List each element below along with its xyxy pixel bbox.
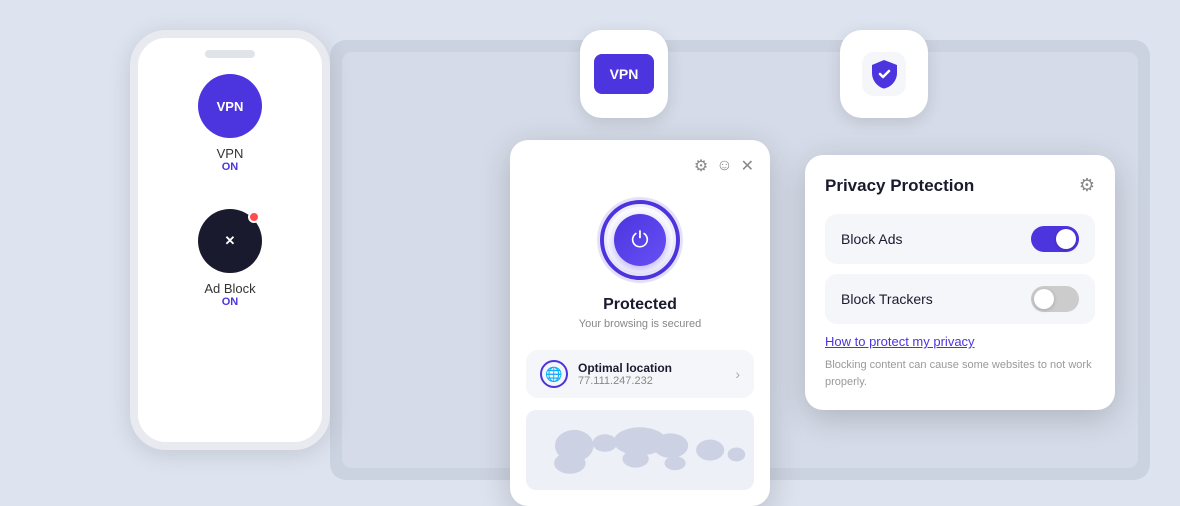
toggle-thumb-ads xyxy=(1056,229,1076,249)
vpn-location-name: Optimal location xyxy=(578,361,672,375)
privacy-header: Privacy Protection ⚙ xyxy=(825,175,1095,196)
phone-adblock-label: Ad Block xyxy=(204,281,255,296)
privacy-settings-icon[interactable]: ⚙ xyxy=(1079,175,1095,196)
adblock-badge xyxy=(248,211,260,223)
phone-notch xyxy=(205,50,255,58)
block-trackers-row[interactable]: Block Trackers xyxy=(825,274,1095,324)
vpn-power-button[interactable]: ⏻ xyxy=(614,214,666,266)
block-trackers-label: Block Trackers xyxy=(841,291,933,307)
vpn-location-ip: 77.111.247.232 xyxy=(578,375,672,387)
block-trackers-toggle[interactable] xyxy=(1031,286,1079,312)
block-ads-row[interactable]: Block Ads xyxy=(825,214,1095,264)
vpn-location-left: 🌐 Optimal location 77.111.247.232 xyxy=(540,360,672,388)
privacy-note: Blocking content can cause some websites… xyxy=(825,357,1095,390)
emoji-icon[interactable]: ☺ xyxy=(716,157,732,175)
phone-adblock-status: ON xyxy=(222,296,239,308)
phone-vpn-item[interactable]: VPN VPN ON xyxy=(198,74,262,173)
settings-icon[interactable]: ⚙ xyxy=(694,156,708,176)
phone-adblock-item[interactable]: ✕ Ad Block ON xyxy=(198,209,262,308)
vpn-power-area: ⏻ Protected Your browsing is secured xyxy=(526,184,754,350)
vpn-power-ring[interactable]: ⏻ xyxy=(600,200,680,280)
vpn-map xyxy=(526,410,754,490)
vpn-location-info: Optimal location 77.111.247.232 xyxy=(578,361,672,387)
vpn-status-sub: Your browsing is secured xyxy=(579,318,702,330)
shield-icon xyxy=(862,52,906,96)
vpn-badge: VPN xyxy=(594,54,654,94)
vpn-location-row[interactable]: 🌐 Optimal location 77.111.247.232 › xyxy=(526,350,754,398)
toggle-thumb-trackers xyxy=(1034,289,1054,309)
chevron-right-icon: › xyxy=(735,366,740,382)
phone-vpn-icon[interactable]: VPN xyxy=(198,74,262,138)
phone-vpn-status: ON xyxy=(222,161,239,173)
world-map-svg xyxy=(526,415,754,485)
vpn-panel: ⚙ ☺ ✕ ⏻ Protected Your browsing is secur… xyxy=(510,140,770,506)
shield-float-icon[interactable] xyxy=(840,30,928,118)
phone-vpn-label: VPN xyxy=(217,146,244,161)
phone-mockup: VPN VPN ON ✕ Ad Block ON xyxy=(130,30,330,450)
vpn-float-icon[interactable]: VPN xyxy=(580,30,668,118)
vpn-panel-header: ⚙ ☺ ✕ xyxy=(526,156,754,176)
power-icon: ⏻ xyxy=(631,229,648,251)
phone-adblock-icon[interactable]: ✕ xyxy=(198,209,262,273)
block-ads-toggle[interactable] xyxy=(1031,226,1079,252)
privacy-link[interactable]: How to protect my privacy xyxy=(825,334,1095,349)
close-icon[interactable]: ✕ xyxy=(741,156,754,176)
block-ads-label: Block Ads xyxy=(841,231,902,247)
privacy-panel: Privacy Protection ⚙ Block Ads Block Tra… xyxy=(805,155,1115,410)
privacy-title: Privacy Protection xyxy=(825,176,974,196)
globe-icon: 🌐 xyxy=(540,360,568,388)
vpn-status-label: Protected xyxy=(603,296,677,314)
